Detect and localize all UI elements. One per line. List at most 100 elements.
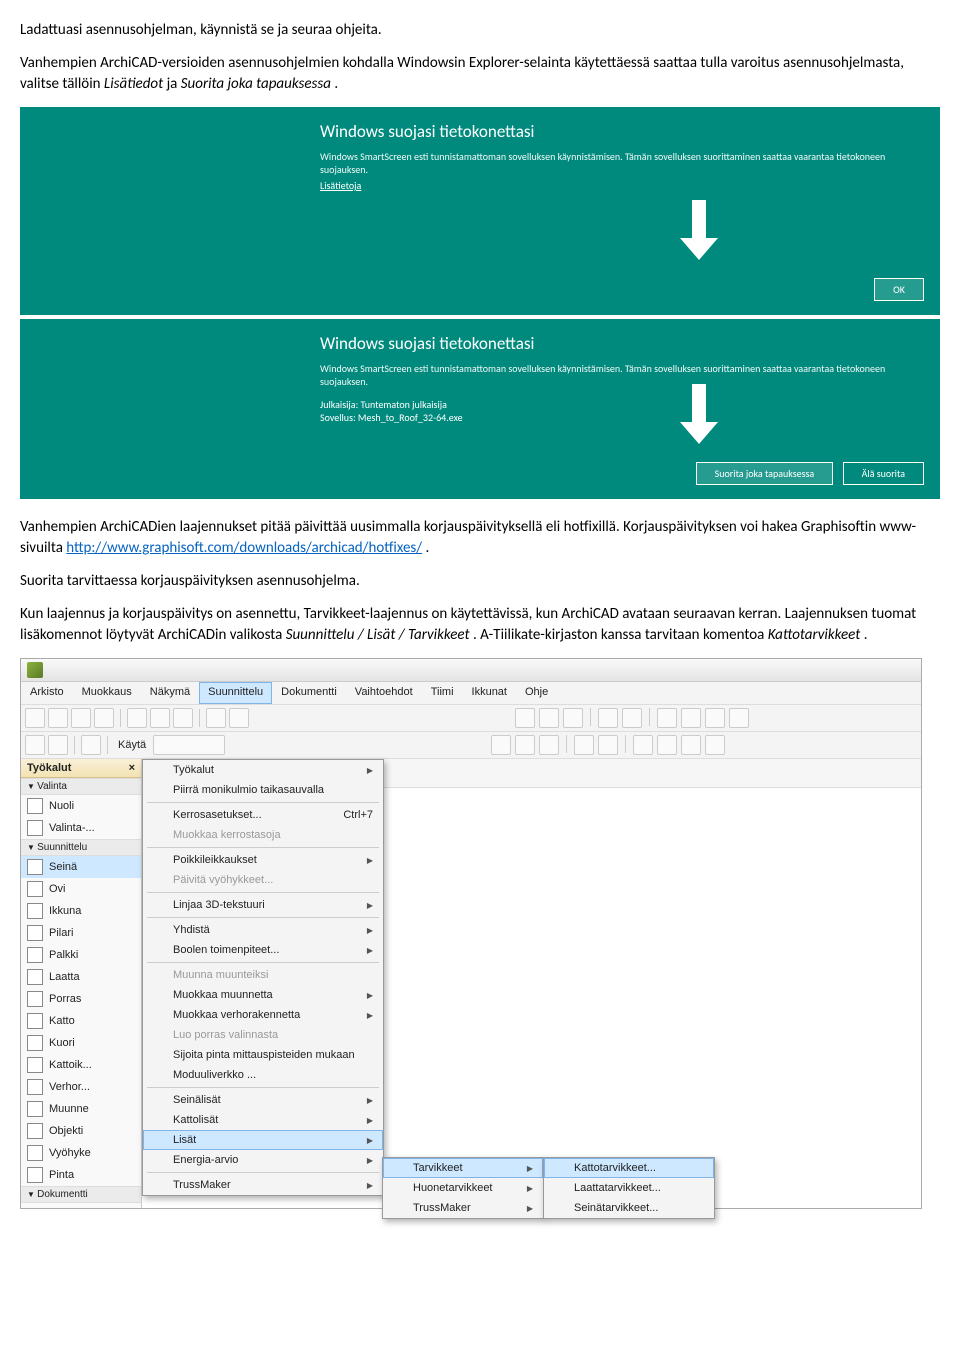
menu-dokumentti[interactable]: Dokumentti: [272, 682, 346, 704]
menu-ohje[interactable]: Ohje: [516, 682, 557, 704]
menu-item[interactable]: TrussMaker: [143, 1175, 383, 1195]
menu-tiimi[interactable]: Tiimi: [422, 682, 463, 704]
menu-item[interactable]: Kattotarvikkeet...: [544, 1158, 714, 1178]
menu-item[interactable]: Seinälisät: [143, 1090, 383, 1110]
close-icon[interactable]: ×: [129, 762, 135, 774]
undo-icon[interactable]: [206, 708, 226, 728]
menu-item-label: Kattolisät: [173, 1114, 218, 1126]
cut-icon[interactable]: [127, 708, 147, 728]
menu-item[interactable]: Muokkaa verhorakennetta: [143, 1005, 383, 1025]
tool-icon[interactable]: [515, 708, 535, 728]
menu-item-label: Sijoita pinta mittauspisteiden mukaan: [173, 1049, 355, 1061]
tool-icon[interactable]: [598, 708, 618, 728]
tool-icon: [27, 1035, 43, 1051]
menu-item[interactable]: Moduuliverkko ...: [143, 1065, 383, 1085]
menu-arkisto[interactable]: Arkisto: [21, 682, 73, 704]
menu-item[interactable]: Huonetarvikkeet: [383, 1178, 543, 1198]
tool-icon[interactable]: [539, 708, 559, 728]
menu-item[interactable]: Kattolisät: [143, 1110, 383, 1130]
more-info-link[interactable]: Lisätietoja: [320, 179, 361, 192]
tool-seinä[interactable]: Seinä: [21, 856, 141, 878]
tool-icon[interactable]: [81, 735, 101, 755]
dropdown[interactable]: [153, 735, 225, 755]
menu-item[interactable]: Boolen toimenpiteet...: [143, 940, 383, 960]
menu-item[interactable]: Energia-arvio: [143, 1150, 383, 1170]
text: . A-Tiilikate-kirjaston kanssa tarvitaan…: [473, 626, 768, 644]
tool-icon[interactable]: [574, 735, 594, 755]
tool-icon[interactable]: [563, 708, 583, 728]
menu-näkymä[interactable]: Näkymä: [141, 682, 199, 704]
tool-nuoli[interactable]: Nuoli: [21, 795, 141, 817]
tool-porras[interactable]: Porras: [21, 988, 141, 1010]
menu-vaihtoehdot[interactable]: Vaihtoehdot: [346, 682, 422, 704]
menu-item[interactable]: Työkalut: [143, 760, 383, 780]
tool-pinta[interactable]: Pinta: [21, 1164, 141, 1186]
menu-item[interactable]: Kerrosasetukset...Ctrl+7: [143, 805, 383, 825]
tool-palkki[interactable]: Palkki: [21, 944, 141, 966]
tool-icon[interactable]: [705, 735, 725, 755]
menu-item[interactable]: Lisät: [143, 1130, 383, 1150]
run-anyway-button[interactable]: Suorita joka tapauksessa: [696, 462, 834, 485]
menu-item[interactable]: Poikkileikkaukset: [143, 850, 383, 870]
paste-icon[interactable]: [173, 708, 193, 728]
menu-muokkaus[interactable]: Muokkaus: [73, 682, 141, 704]
menu-item[interactable]: Laattatarvikkeet...: [544, 1178, 714, 1198]
tool-icon[interactable]: [633, 735, 653, 755]
menu-item[interactable]: Tarvikkeet: [383, 1158, 543, 1178]
open-icon[interactable]: [48, 708, 68, 728]
redo-icon[interactable]: [229, 708, 249, 728]
menu-item[interactable]: Yhdistä: [143, 920, 383, 940]
tool-label: Muunne: [49, 1103, 89, 1115]
menu-item[interactable]: Linjaa 3D-tekstuuri: [143, 895, 383, 915]
tool-icon[interactable]: [515, 735, 535, 755]
tool-group-valinta[interactable]: Valinta: [21, 778, 141, 795]
save-icon[interactable]: [71, 708, 91, 728]
tool-icon[interactable]: [681, 735, 701, 755]
tool-ikkuna[interactable]: Ikkuna: [21, 900, 141, 922]
menu-ikkunat[interactable]: Ikkunat: [463, 682, 516, 704]
tool-icon[interactable]: [48, 735, 68, 755]
tool-icon[interactable]: [657, 735, 677, 755]
menu-item[interactable]: Muokkaa muunnetta: [143, 985, 383, 1005]
tool-kattoik...[interactable]: Kattoik...: [21, 1054, 141, 1076]
tool-icon[interactable]: [729, 708, 749, 728]
tool-icon[interactable]: [681, 708, 701, 728]
plot-icon[interactable]: [94, 708, 114, 728]
tool-ovi[interactable]: Ovi: [21, 878, 141, 900]
tool-icon[interactable]: [598, 735, 618, 755]
tool-vyöhyke[interactable]: Vyöhyke: [21, 1142, 141, 1164]
menu-item-icon: [149, 1048, 165, 1064]
menu-item-label: Päivitä vyöhykkeet...: [173, 874, 273, 886]
menu-item[interactable]: Sijoita pinta mittauspisteiden mukaan: [143, 1045, 383, 1065]
tool-group-dokumentti[interactable]: Dokumentti: [21, 1186, 141, 1203]
tool-pilari[interactable]: Pilari: [21, 922, 141, 944]
tool-icon[interactable]: [25, 735, 45, 755]
menu-item[interactable]: Seinätarvikkeet...: [544, 1198, 714, 1218]
tool-verhor...[interactable]: Verhor...: [21, 1076, 141, 1098]
tool-group-suunnittelu[interactable]: Suunnittelu: [21, 839, 141, 856]
chevron-right-icon: [367, 854, 373, 866]
menu-item[interactable]: Piirrä monikulmio taikasauvalla: [143, 780, 383, 800]
tool-katto[interactable]: Katto: [21, 1010, 141, 1032]
hotfix-link[interactable]: http://www.graphisoft.com/downloads/arch…: [66, 539, 422, 557]
dont-run-button[interactable]: Älä suorita: [843, 462, 924, 485]
copy-icon[interactable]: [150, 708, 170, 728]
tool-icon[interactable]: [657, 708, 677, 728]
chevron-right-icon: [367, 1179, 373, 1191]
tool-icon[interactable]: [705, 708, 725, 728]
menu-item[interactable]: TrussMaker: [383, 1198, 543, 1218]
menu-suunnittelu[interactable]: Suunnittelu: [199, 682, 272, 704]
tool-muunne[interactable]: Muunne: [21, 1098, 141, 1120]
tool-icon[interactable]: [491, 735, 511, 755]
separator: [147, 962, 379, 963]
tool-laatta[interactable]: Laatta: [21, 966, 141, 988]
tool-valinta-...[interactable]: Valinta-...: [21, 817, 141, 839]
ok-button[interactable]: OK: [874, 278, 924, 301]
tool-objekti[interactable]: Objekti: [21, 1120, 141, 1142]
tool-icon[interactable]: [539, 735, 559, 755]
tool-icon[interactable]: [622, 708, 642, 728]
tool-kuori[interactable]: Kuori: [21, 1032, 141, 1054]
new-icon[interactable]: [25, 708, 45, 728]
separator: [147, 802, 379, 803]
menu-item-label: Lisät: [173, 1134, 196, 1146]
